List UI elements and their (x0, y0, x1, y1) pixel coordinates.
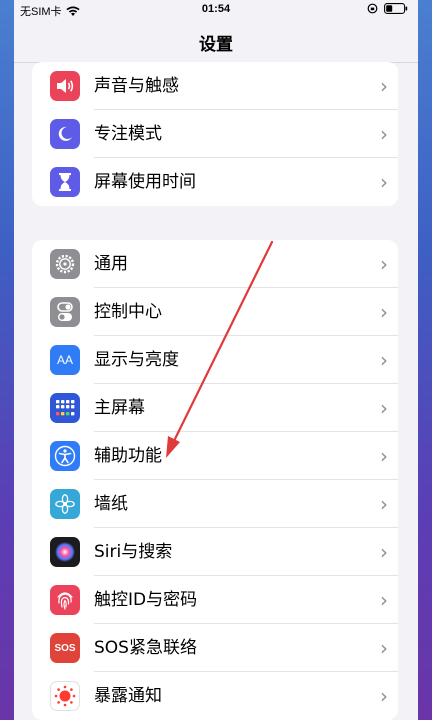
settings-row-label: 暴露通知 (94, 686, 162, 706)
settings-group-1: 声音与触感 › 专注模式 › 屏幕使用时间 › (32, 62, 398, 206)
settings-screen: 无SIM卡 01:54 设置 声音与触感 › 专注模式 › 屏幕使用时间 › 通… (14, 0, 418, 720)
settings-row-label: 主屏幕 (94, 398, 145, 418)
siri-icon (50, 537, 80, 567)
exposure-icon (50, 681, 80, 711)
settings-group-2: 通用 › 控制中心 › AA 显示与亮度 › 主屏幕 › 辅助功能 › 墙纸 ›… (32, 240, 398, 720)
chevron-right-icon: › (380, 636, 388, 660)
chevron-right-icon: › (380, 122, 388, 146)
chevron-right-icon: › (380, 300, 388, 324)
status-icons (367, 3, 408, 14)
text-size-icon: AA (50, 345, 80, 375)
hourglass-icon (50, 167, 80, 197)
settings-row-home-screen[interactable]: 主屏幕 › (32, 384, 398, 432)
settings-row-accessibility[interactable]: 辅助功能 › (32, 432, 398, 480)
chevron-right-icon: › (380, 170, 388, 194)
settings-row-label: 触控ID与密码 (94, 590, 198, 610)
settings-row-label: 声音与触感 (94, 76, 179, 96)
settings-row-siri-search[interactable]: Siri与搜索 › (32, 528, 398, 576)
flower-icon (50, 489, 80, 519)
chevron-right-icon: › (380, 492, 388, 516)
settings-row-sounds-haptics[interactable]: 声音与触感 › (32, 62, 398, 110)
settings-row-control-center[interactable]: 控制中心 › (32, 288, 398, 336)
settings-row-focus[interactable]: 专注模式 › (32, 110, 398, 158)
sos-icon: SOS (50, 633, 80, 663)
settings-row-label: 辅助功能 (94, 446, 162, 466)
chevron-right-icon: › (380, 348, 388, 372)
page-title: 设置 (199, 35, 233, 55)
settings-row-label: 墙纸 (94, 494, 128, 514)
settings-row-label: 专注模式 (94, 124, 162, 144)
settings-row-touch-id-passcode[interactable]: 触控ID与密码 › (32, 576, 398, 624)
speaker-icon (50, 71, 80, 101)
settings-row-display-brightness[interactable]: AA 显示与亮度 › (32, 336, 398, 384)
settings-row-label: SOS紧急联络 (94, 638, 197, 658)
moon-icon (50, 119, 80, 149)
fingerprint-icon (50, 585, 80, 615)
settings-row-label: 屏幕使用时间 (94, 172, 196, 192)
settings-row-label: 控制中心 (94, 302, 162, 322)
clock: 01:54 (201, 3, 231, 15)
toggles-icon (50, 297, 80, 327)
chevron-right-icon: › (380, 252, 388, 276)
sos-glyph: SOS (54, 642, 76, 654)
text-size-glyph: AA (56, 353, 73, 367)
chevron-right-icon: › (380, 444, 388, 468)
settings-row-label: Siri与搜索 (94, 542, 173, 562)
status-bar: 无SIM卡 01:54 (14, 0, 418, 20)
settings-row-label: 通用 (94, 254, 128, 274)
settings-row-screen-time[interactable]: 屏幕使用时间 › (32, 158, 398, 206)
app-grid-icon (50, 393, 80, 423)
orientation-lock-icon (367, 3, 378, 14)
settings-row-general[interactable]: 通用 › (32, 240, 398, 288)
settings-row-emergency-sos[interactable]: SOS SOS紧急联络 › (32, 624, 398, 672)
settings-row-wallpaper[interactable]: 墙纸 › (32, 480, 398, 528)
accessibility-icon (50, 441, 80, 471)
settings-row-exposure-notifications[interactable]: 暴露通知 › (32, 672, 398, 720)
chevron-right-icon: › (380, 540, 388, 564)
battery-icon (384, 3, 408, 14)
settings-row-label: 显示与亮度 (94, 350, 179, 370)
chevron-right-icon: › (380, 588, 388, 612)
chevron-right-icon: › (380, 684, 388, 708)
gear-icon (50, 249, 80, 279)
chevron-right-icon: › (380, 396, 388, 420)
chevron-right-icon: › (380, 74, 388, 98)
